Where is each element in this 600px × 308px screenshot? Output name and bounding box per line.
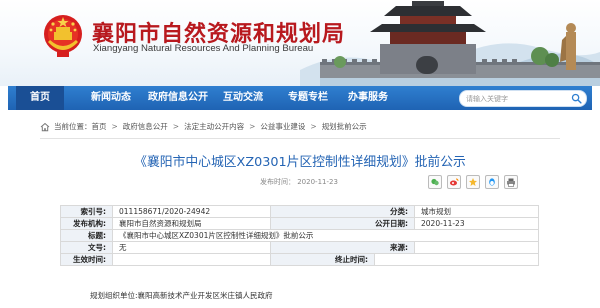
city-gate-scenery bbox=[300, 1, 600, 86]
breadcrumb-public-welfare[interactable]: 公益事业建设 bbox=[260, 120, 305, 134]
breadcrumb-home[interactable]: 首页 bbox=[92, 120, 107, 134]
category-label: 分类: bbox=[270, 205, 415, 218]
search-box bbox=[459, 90, 587, 107]
expiry-value bbox=[374, 253, 539, 266]
docno-label: 文号: bbox=[60, 241, 113, 254]
document-info-table: 索引号: 011158671/2020-24942 分类: 城市规划 发布机构:… bbox=[60, 205, 539, 266]
divider bbox=[40, 138, 560, 139]
main-nav: 首页 新闻动态 政府信息公开 互动交流 专题专栏 办事服务 bbox=[8, 86, 592, 110]
title-label: 标题: bbox=[60, 229, 113, 242]
breadcrumb-planning-notice[interactable]: 规划批前公示 bbox=[322, 120, 367, 134]
home-icon bbox=[40, 122, 50, 132]
share-toolbar bbox=[428, 174, 523, 189]
nav-item-interaction[interactable]: 互动交流 bbox=[213, 86, 273, 110]
nav-item-news[interactable]: 新闻动态 bbox=[76, 86, 146, 110]
pubdate-label: 公开日期: bbox=[270, 217, 415, 230]
source-label: 来源: bbox=[270, 241, 415, 254]
table-row: 文号: 无 来源: bbox=[60, 241, 539, 254]
publisher-value: 襄阳市自然资源和规划局 bbox=[112, 217, 271, 230]
nav-item-gov-info[interactable]: 政府信息公开 bbox=[138, 86, 218, 110]
article-body-first-line: 规划组织单位:襄阳高新技术产业开发区米庄镇人民政府 bbox=[90, 291, 273, 300]
nav-item-home[interactable]: 首页 bbox=[16, 86, 64, 110]
publish-time: 发布时间： 2020-11-23 bbox=[260, 178, 338, 186]
search-icon[interactable] bbox=[571, 93, 582, 104]
publisher-label: 发布机构: bbox=[60, 217, 113, 230]
site-header: 襄阳市自然资源和规划局 Xiangyang Natural Resources … bbox=[0, 0, 600, 86]
docno-value: 无 bbox=[112, 241, 271, 254]
table-row: 发布机构: 襄阳市自然资源和规划局 公开日期: 2020-11-23 bbox=[60, 217, 539, 230]
index-value: 011158671/2020-24942 bbox=[112, 205, 271, 218]
breadcrumb-gov-info[interactable]: 政府信息公开 bbox=[123, 120, 168, 134]
share-qzone-icon[interactable] bbox=[466, 175, 480, 189]
search-input[interactable] bbox=[466, 92, 566, 105]
share-qq-icon[interactable] bbox=[485, 175, 499, 189]
index-label: 索引号: bbox=[60, 205, 113, 218]
category-value: 城市规划 bbox=[414, 205, 539, 218]
expiry-label: 终止时间: bbox=[270, 253, 375, 266]
table-row: 标题: 《襄阳市中心城区XZ0301片区控制性详细规划》批前公示 bbox=[60, 229, 539, 242]
print-icon[interactable] bbox=[504, 175, 518, 189]
article-meta: 发布时间： 2020-11-23 bbox=[0, 172, 600, 190]
share-wechat-icon[interactable] bbox=[428, 175, 442, 189]
breadcrumb: 当前位置：首页 > 政府信息公开 > 法定主动公开内容 > 公益事业建设 > 规划批前公示 bbox=[40, 120, 367, 134]
pubdate-value: 2020-11-23 bbox=[414, 217, 539, 230]
site-title-english: Xiangyang Natural Resources And Planning… bbox=[93, 43, 314, 54]
source-value bbox=[414, 241, 539, 254]
effective-label: 生效时间: bbox=[60, 253, 113, 266]
nav-item-services[interactable]: 办事服务 bbox=[333, 86, 403, 110]
share-weibo-icon[interactable] bbox=[447, 175, 461, 189]
breadcrumb-prefix: 当前位置： bbox=[54, 122, 92, 131]
effective-value bbox=[112, 253, 271, 266]
article-title: 《襄阳市中心城区XZ0301片区控制性详细规划》批前公示 bbox=[134, 155, 466, 170]
title-value: 《襄阳市中心城区XZ0301片区控制性详细规划》批前公示 bbox=[112, 229, 539, 242]
table-row: 索引号: 011158671/2020-24942 分类: 城市规划 bbox=[60, 205, 539, 218]
table-row: 生效时间: 终止时间: bbox=[60, 253, 539, 266]
national-emblem-icon bbox=[44, 15, 82, 57]
breadcrumb-legal-disclosure[interactable]: 法定主动公开内容 bbox=[184, 120, 244, 134]
